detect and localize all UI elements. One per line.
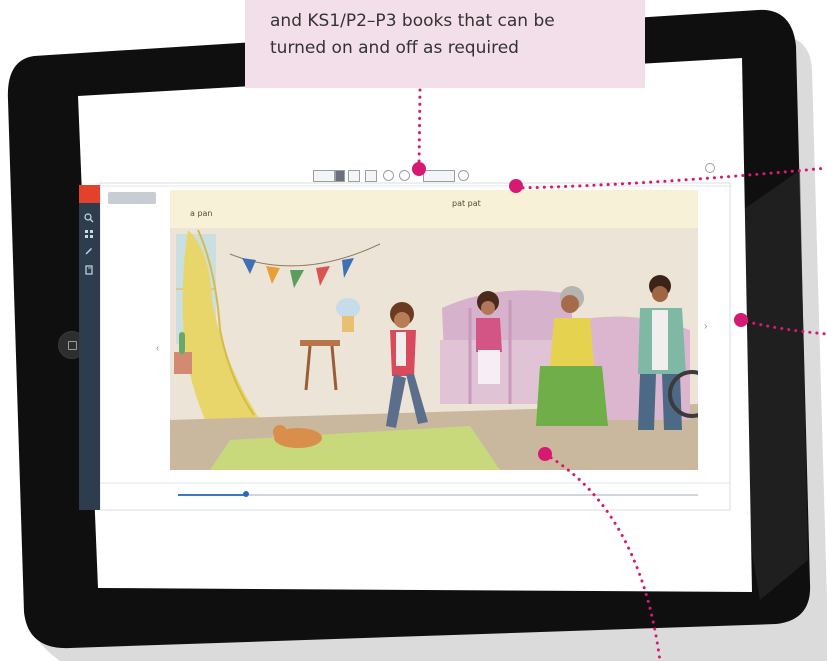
pointer-line-caption (514, 166, 827, 190)
pointer-line-top (417, 88, 422, 167)
screenshot-stage: a pan pat pat ‹ › and KS1/P2–P3 books th… (0, 0, 827, 661)
pointer-dot-top (412, 162, 426, 176)
pointer-dot-caption (509, 179, 523, 193)
callout-pointers (412, 88, 827, 661)
pointer-line-arrow (738, 318, 827, 336)
pointer-line-bottom (543, 452, 662, 661)
pointer-dot-arrow (734, 313, 748, 327)
pointer-dot-bottom (538, 447, 552, 461)
